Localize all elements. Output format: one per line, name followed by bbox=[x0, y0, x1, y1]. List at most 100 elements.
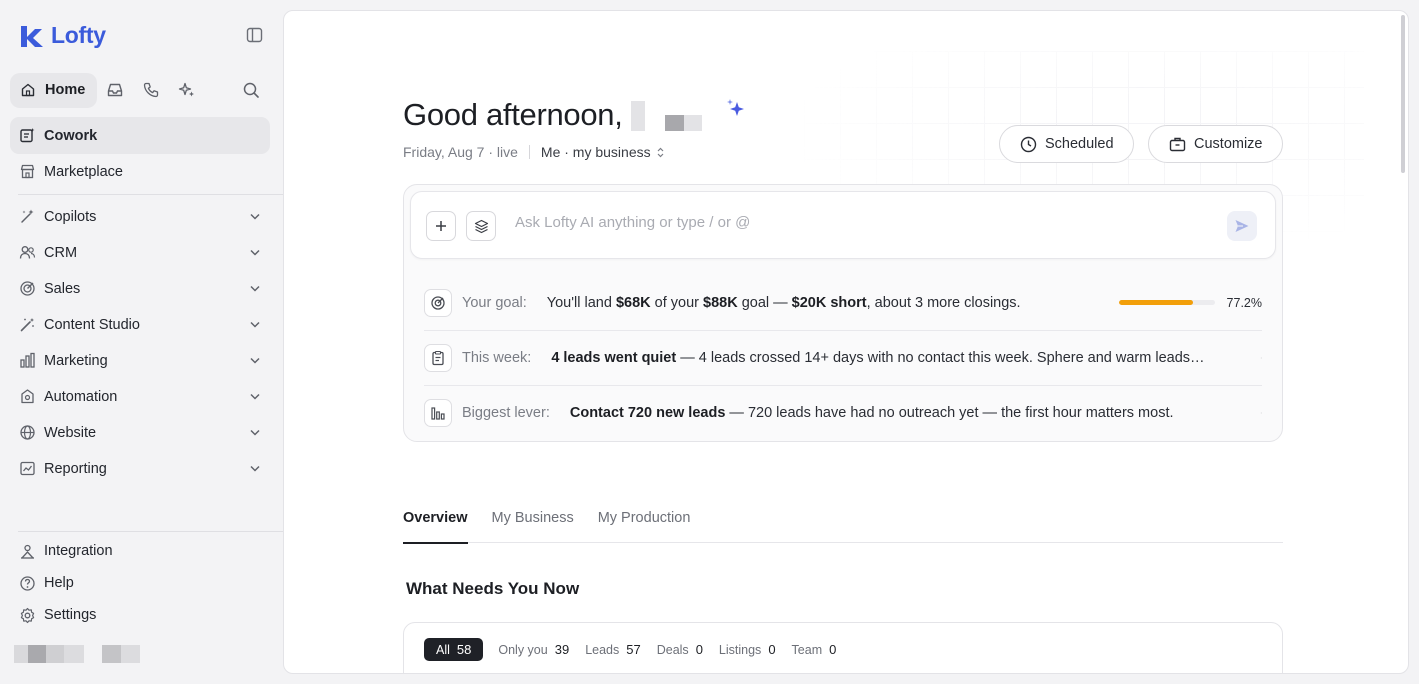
chevron-updown-icon bbox=[657, 147, 664, 157]
sidebar-item-cowork[interactable]: Cowork bbox=[10, 117, 270, 154]
filter-chip-leads[interactable]: Leads 57 bbox=[584, 638, 642, 661]
insight-row-lever[interactable]: Biggest lever: Contact 720 new leads — 7… bbox=[424, 385, 1262, 440]
sidebar-item-integration[interactable]: Integration bbox=[10, 533, 270, 569]
chevron-down-icon bbox=[250, 357, 260, 364]
sparkles-icon[interactable] bbox=[169, 73, 205, 108]
user-name-redacted bbox=[121, 645, 140, 663]
sidebar-item-copilots[interactable]: Copilots bbox=[10, 198, 270, 235]
add-attachment-button[interactable] bbox=[426, 211, 456, 241]
clipboard-icon bbox=[424, 344, 452, 372]
chevron-down-icon bbox=[250, 393, 260, 400]
sidebar-item-label: Marketing bbox=[44, 352, 108, 369]
header-subline: Friday, Aug 7 · live Me · my business bbox=[403, 144, 664, 160]
goal-progress-fill bbox=[1118, 300, 1193, 305]
ai-insights-card: Your goal: You'll land $68K of your $88K… bbox=[403, 184, 1283, 442]
sidebar: Lofty Home Cowork Marketplace Copilots C… bbox=[0, 0, 288, 684]
user-profile[interactable] bbox=[14, 645, 140, 663]
sidebar-item-marketplace[interactable]: Marketplace bbox=[10, 153, 270, 190]
goal-progress-track bbox=[1118, 300, 1215, 305]
user-name-redacted bbox=[46, 645, 64, 663]
goal-progress-label: 77.2% bbox=[1226, 295, 1262, 310]
sidebar-divider bbox=[18, 531, 288, 532]
sidebar-item-label: Automation bbox=[44, 388, 118, 405]
avatar bbox=[14, 645, 28, 663]
goal-text: You'll land $68K of your $88K goal — $20… bbox=[546, 294, 1021, 311]
sidebar-item-marketing[interactable]: Marketing bbox=[10, 342, 270, 379]
bar-chart-icon bbox=[424, 399, 452, 427]
user-name-redacted bbox=[84, 645, 102, 663]
tab-overview[interactable]: Overview bbox=[403, 506, 468, 544]
sidebar-item-label: Sales bbox=[44, 280, 81, 297]
sidebar-item-reporting[interactable]: Reporting bbox=[10, 450, 270, 487]
customize-button[interactable]: Customize bbox=[1148, 125, 1283, 163]
sidebar-item-label: CRM bbox=[44, 244, 78, 261]
phone-icon[interactable] bbox=[133, 73, 169, 108]
user-name-redacted bbox=[28, 645, 46, 663]
send-button[interactable] bbox=[1227, 211, 1257, 241]
chevron-down-icon bbox=[250, 213, 260, 220]
home-label: Home bbox=[45, 82, 86, 98]
goal-target-icon bbox=[424, 288, 452, 317]
sidebar-item-label: Content Studio bbox=[44, 316, 140, 333]
search-icon[interactable] bbox=[233, 73, 269, 108]
sparkle-icon bbox=[727, 99, 744, 116]
brand-logo[interactable]: Lofty bbox=[19, 22, 106, 49]
copilot-wand-icon bbox=[21, 209, 34, 223]
layers-icon bbox=[474, 219, 488, 233]
sidebar-toggle-icon[interactable] bbox=[246, 27, 264, 43]
briefcase-icon bbox=[1169, 137, 1186, 151]
sidebar-item-help[interactable]: Help bbox=[10, 565, 270, 601]
automation-icon bbox=[21, 389, 34, 404]
filter-chips: All 58 Only you 39 Leads 57 Deals 0 Listings… bbox=[424, 638, 837, 661]
integration-icon bbox=[21, 544, 34, 559]
cowork-icon bbox=[20, 128, 35, 143]
chevron-down-icon bbox=[250, 321, 260, 328]
sidebar-item-automation[interactable]: Automation bbox=[10, 378, 270, 415]
inbox-icon[interactable] bbox=[97, 73, 133, 108]
sidebar-divider bbox=[18, 194, 288, 195]
scheduled-label: Scheduled bbox=[1045, 136, 1114, 152]
chevron-down-icon bbox=[250, 249, 260, 256]
layers-button[interactable] bbox=[466, 211, 496, 241]
ask-ai-bar bbox=[410, 191, 1276, 259]
report-chart-icon bbox=[20, 461, 35, 476]
sidebar-item-sales[interactable]: Sales bbox=[10, 270, 270, 307]
scrollbar[interactable] bbox=[1401, 15, 1405, 173]
send-icon bbox=[1235, 220, 1249, 232]
user-name-redacted bbox=[64, 645, 84, 663]
chevron-down-icon bbox=[250, 429, 260, 436]
insight-row-goal: Your goal: You'll land $68K of your $88K… bbox=[424, 275, 1262, 330]
greeting-heading: Good afternoon, bbox=[403, 97, 702, 133]
home-button[interactable]: Home bbox=[10, 72, 98, 108]
scheduled-button[interactable]: Scheduled bbox=[999, 125, 1134, 163]
ask-ai-input[interactable] bbox=[515, 214, 1205, 231]
chevron-down-icon bbox=[250, 465, 260, 472]
week-label: This week: bbox=[462, 350, 532, 366]
main-panel: Good afternoon, Friday, Aug 7 · live Me … bbox=[283, 10, 1409, 674]
sidebar-item-content-studio[interactable]: Content Studio bbox=[10, 306, 270, 343]
scope-label: Me · my business bbox=[540, 144, 651, 160]
insight-row-week[interactable]: This week: 4 leads went quiet — 4 leads … bbox=[424, 330, 1262, 385]
scope-selector[interactable]: Me · my business bbox=[541, 144, 664, 160]
sidebar-item-settings[interactable]: Settings bbox=[10, 597, 270, 633]
goal-progress: 77.2% bbox=[1118, 295, 1262, 310]
filter-chip-deals[interactable]: Deals 0 bbox=[656, 638, 704, 661]
user-name-redacted bbox=[630, 99, 702, 131]
filter-chip-team[interactable]: Team 0 bbox=[791, 638, 838, 661]
sidebar-item-label: Copilots bbox=[44, 208, 97, 225]
dashboard-tabs: Overview My Business My Production bbox=[403, 506, 1283, 544]
globe-icon bbox=[20, 425, 35, 440]
greeting-text: Good afternoon, bbox=[403, 97, 623, 132]
tab-my-production[interactable]: My Production bbox=[598, 506, 691, 543]
sidebar-item-label: Settings bbox=[44, 607, 97, 623]
tab-my-business[interactable]: My Business bbox=[492, 506, 574, 543]
filter-chip-only-you[interactable]: Only you 39 bbox=[497, 638, 570, 661]
chevron-down-icon bbox=[250, 285, 260, 292]
lever-label: Biggest lever: bbox=[462, 405, 550, 421]
lever-text: Contact 720 new leads — 720 leads have h… bbox=[569, 405, 1174, 421]
clock-icon bbox=[1020, 136, 1037, 152]
filter-chip-listings[interactable]: Listings 0 bbox=[718, 638, 777, 661]
filter-chip-all[interactable]: All 58 bbox=[424, 638, 484, 661]
sidebar-item-crm[interactable]: CRM bbox=[10, 234, 270, 271]
sidebar-item-website[interactable]: Website bbox=[10, 414, 270, 451]
